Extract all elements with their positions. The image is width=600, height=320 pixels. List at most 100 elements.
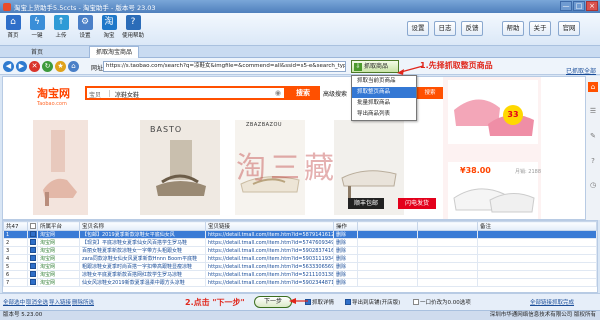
- row-delete-action[interactable]: 删除: [333, 238, 358, 247]
- col-total: 共47: [3, 221, 28, 231]
- row-platform: 淘宝网: [37, 270, 80, 279]
- row-empty: [357, 262, 418, 271]
- table-row[interactable]: 6 淘宝网 凉鞋女平底夏季新款百搭网红款学生罗马凉鞋 https://detail.t…: [3, 270, 597, 279]
- feedback-button[interactable]: 反馈: [461, 21, 483, 36]
- product-image-sandals[interactable]: [140, 120, 220, 215]
- row-product-link[interactable]: https://detail.tmall.com/item.htm?id=590…: [205, 254, 334, 263]
- taobao-logo[interactable]: 淘宝网 Taobao.com: [37, 85, 70, 107]
- table-row[interactable]: 2 淘宝网 【现货】平底凉鞋女夏季仙女风百搭学生罗马鞋 https://detail.…: [3, 238, 597, 247]
- grab-all-link[interactable]: 已抓取全部: [566, 66, 596, 75]
- history-icon[interactable]: ☰: [588, 106, 598, 116]
- ribbon-home[interactable]: ⌂ 首页: [2, 15, 24, 39]
- clock-icon[interactable]: ◷: [588, 180, 598, 190]
- col-empty1: [357, 221, 418, 231]
- product-list-grid: 共47 所属平台 宝贝名称 宝贝链接 操作 备注 1 淘宝网 【包邮】2019夏季新…: [2, 220, 598, 293]
- product-image-heels[interactable]: [33, 120, 88, 215]
- ribbon-onekey-label: 一键: [31, 33, 43, 39]
- camera-icon[interactable]: ◉: [275, 89, 281, 97]
- table-row[interactable]: 1 淘宝网 【包邮】2019夏季新款凉鞋女平底仙女风 https://detail.t…: [3, 230, 597, 239]
- table-row[interactable]: 5 淘宝网 粗跟凉鞋女夏季时尚百搭一字扣带高跟鞋显瘦凉鞋 https://detail…: [3, 262, 597, 271]
- menu-item-batch-grab[interactable]: 批量抓取商品: [352, 98, 416, 109]
- export-shop-checkbox[interactable]: [345, 299, 351, 305]
- ad-banner-pink-shoes[interactable]: [448, 80, 538, 144]
- tab-home[interactable]: 首页: [31, 47, 43, 56]
- website-button[interactable]: 官网: [558, 21, 580, 36]
- table-row[interactable]: 3 淘宝网 百丽女鞋夏季新款凉鞋女一字带方头粗跟女鞋 https://detail.t…: [3, 246, 597, 255]
- close-button[interactable]: ×: [586, 1, 598, 11]
- row-delete-action[interactable]: 删除: [333, 262, 358, 271]
- select-all-checkbox[interactable]: [30, 222, 36, 229]
- option-price-zero[interactable]: 一口价改为0.00选项: [413, 298, 471, 306]
- table-row[interactable]: 7 淘宝网 仙女风凉鞋女2019新款夏季温柔中跟方头凉鞋 https://detail…: [3, 278, 597, 287]
- row-product-name: 百丽女鞋夏季新款凉鞋女一字带方头粗跟女鞋: [79, 246, 206, 255]
- row-select-checkbox[interactable]: [30, 279, 36, 286]
- table-row[interactable]: 4 淘宝网 zara同款凉鞋女仙女风夏季新款Hnnn Boom平底鞋 https://…: [3, 254, 597, 263]
- about-button[interactable]: 关于: [529, 21, 551, 36]
- back-icon[interactable]: ◀: [3, 61, 14, 72]
- row-select-checkbox[interactable]: [30, 231, 36, 238]
- ribbon-settings[interactable]: ⚙ 设置: [74, 15, 96, 39]
- favorite-icon[interactable]: ★: [55, 61, 66, 72]
- refresh-icon[interactable]: ↻: [42, 61, 53, 72]
- home-icon: ⌂: [5, 15, 21, 30]
- ribbon-taobao[interactable]: 淘 淘宝: [98, 15, 120, 39]
- row-empty: [417, 278, 478, 287]
- select-all-link[interactable]: 全部选中: [3, 298, 25, 306]
- row-product-link[interactable]: https://detail.tmall.com/item.htm?id=563…: [205, 262, 334, 271]
- row-delete-action[interactable]: 删除: [333, 270, 358, 279]
- row-delete-action[interactable]: 删除: [333, 230, 358, 239]
- price-zero-checkbox[interactable]: [413, 299, 419, 305]
- edit-icon[interactable]: ✎: [588, 131, 598, 141]
- menu-item-grab-current[interactable]: 抓取当前页商品: [352, 76, 416, 87]
- advanced-search-link[interactable]: 高级搜索: [323, 89, 347, 98]
- row-delete-action[interactable]: 删除: [333, 246, 358, 255]
- ribbon-onekey[interactable]: ϟ 一键: [26, 15, 48, 39]
- search-category[interactable]: 宝贝: [89, 90, 101, 99]
- grab-products-button[interactable]: ⇩ 抓取商品: [351, 60, 399, 73]
- cart-icon[interactable]: ⌂: [588, 82, 598, 92]
- row-select-checkbox[interactable]: [30, 271, 36, 278]
- row-select-checkbox[interactable]: [30, 255, 36, 262]
- row-product-link[interactable]: https://detail.tmall.com/item.htm?id=521…: [205, 270, 334, 279]
- ribbon-help[interactable]: ? 使用帮助: [122, 15, 144, 39]
- home-nav-icon[interactable]: ⌂: [68, 61, 79, 72]
- maximize-button[interactable]: □: [573, 1, 585, 11]
- menu-item-grab-fullpage[interactable]: 抓取整页商品: [352, 87, 416, 98]
- row-delete-action[interactable]: 删除: [333, 254, 358, 263]
- question-icon[interactable]: ?: [588, 156, 598, 166]
- row-product-link[interactable]: https://detail.tmall.com/item.htm?id=590…: [205, 246, 334, 255]
- row-empty: [417, 238, 478, 247]
- help-button[interactable]: 帮助: [502, 21, 524, 36]
- row-product-link[interactable]: https://detail.tmall.com/item.htm?id=590…: [205, 278, 334, 287]
- forward-icon[interactable]: ▶: [16, 61, 27, 72]
- taobao-search-box[interactable]: 宝贝 凉鞋女鞋 ◉: [85, 86, 286, 100]
- col-check[interactable]: [27, 221, 38, 231]
- taobao-search-button[interactable]: 搜索: [286, 86, 320, 100]
- url-input[interactable]: https://s.taobao.com/search?q=凉鞋女&imgfil…: [103, 61, 346, 72]
- ribbon-home-label: 首页: [7, 33, 19, 39]
- row-select-checkbox[interactable]: [30, 239, 36, 246]
- row-delete-action[interactable]: 删除: [333, 278, 358, 287]
- row-select-checkbox[interactable]: [30, 263, 36, 270]
- import-links-link[interactable]: 导入链接: [49, 298, 71, 306]
- tab-grab-products[interactable]: 抓取淘宝商品: [89, 46, 139, 58]
- next-step-button[interactable]: 下一步: [254, 296, 292, 308]
- log-button[interactable]: 日志: [434, 21, 456, 36]
- secondary-search-button[interactable]: 搜索: [415, 87, 445, 99]
- taobao-icon: 淘: [101, 15, 117, 30]
- menu-item-export-list[interactable]: 导出商品列表: [352, 109, 416, 120]
- settings-button[interactable]: 设置: [407, 21, 429, 36]
- stop-icon[interactable]: ✕: [29, 61, 40, 72]
- option-export-shop[interactable]: 导出到店铺(开店版): [345, 298, 400, 306]
- row-remark: [477, 262, 597, 271]
- grab-complete-link[interactable]: 全部链接抓取完成: [530, 298, 574, 306]
- deselect-all-link[interactable]: 取消全选: [26, 298, 48, 306]
- minimize-button[interactable]: —: [560, 1, 572, 11]
- upload-icon: ↑: [53, 15, 69, 30]
- row-product-link[interactable]: https://detail.tmall.com/item.htm?id=574…: [205, 238, 334, 247]
- delete-selected-link[interactable]: 删除所选: [72, 298, 94, 306]
- row-select-checkbox[interactable]: [30, 247, 36, 254]
- row-product-link[interactable]: https://detail.tmall.com/item.htm?id=587…: [205, 230, 334, 239]
- ribbon-upload[interactable]: ↑ 上传: [50, 15, 72, 39]
- search-query[interactable]: 凉鞋女鞋: [115, 90, 139, 99]
